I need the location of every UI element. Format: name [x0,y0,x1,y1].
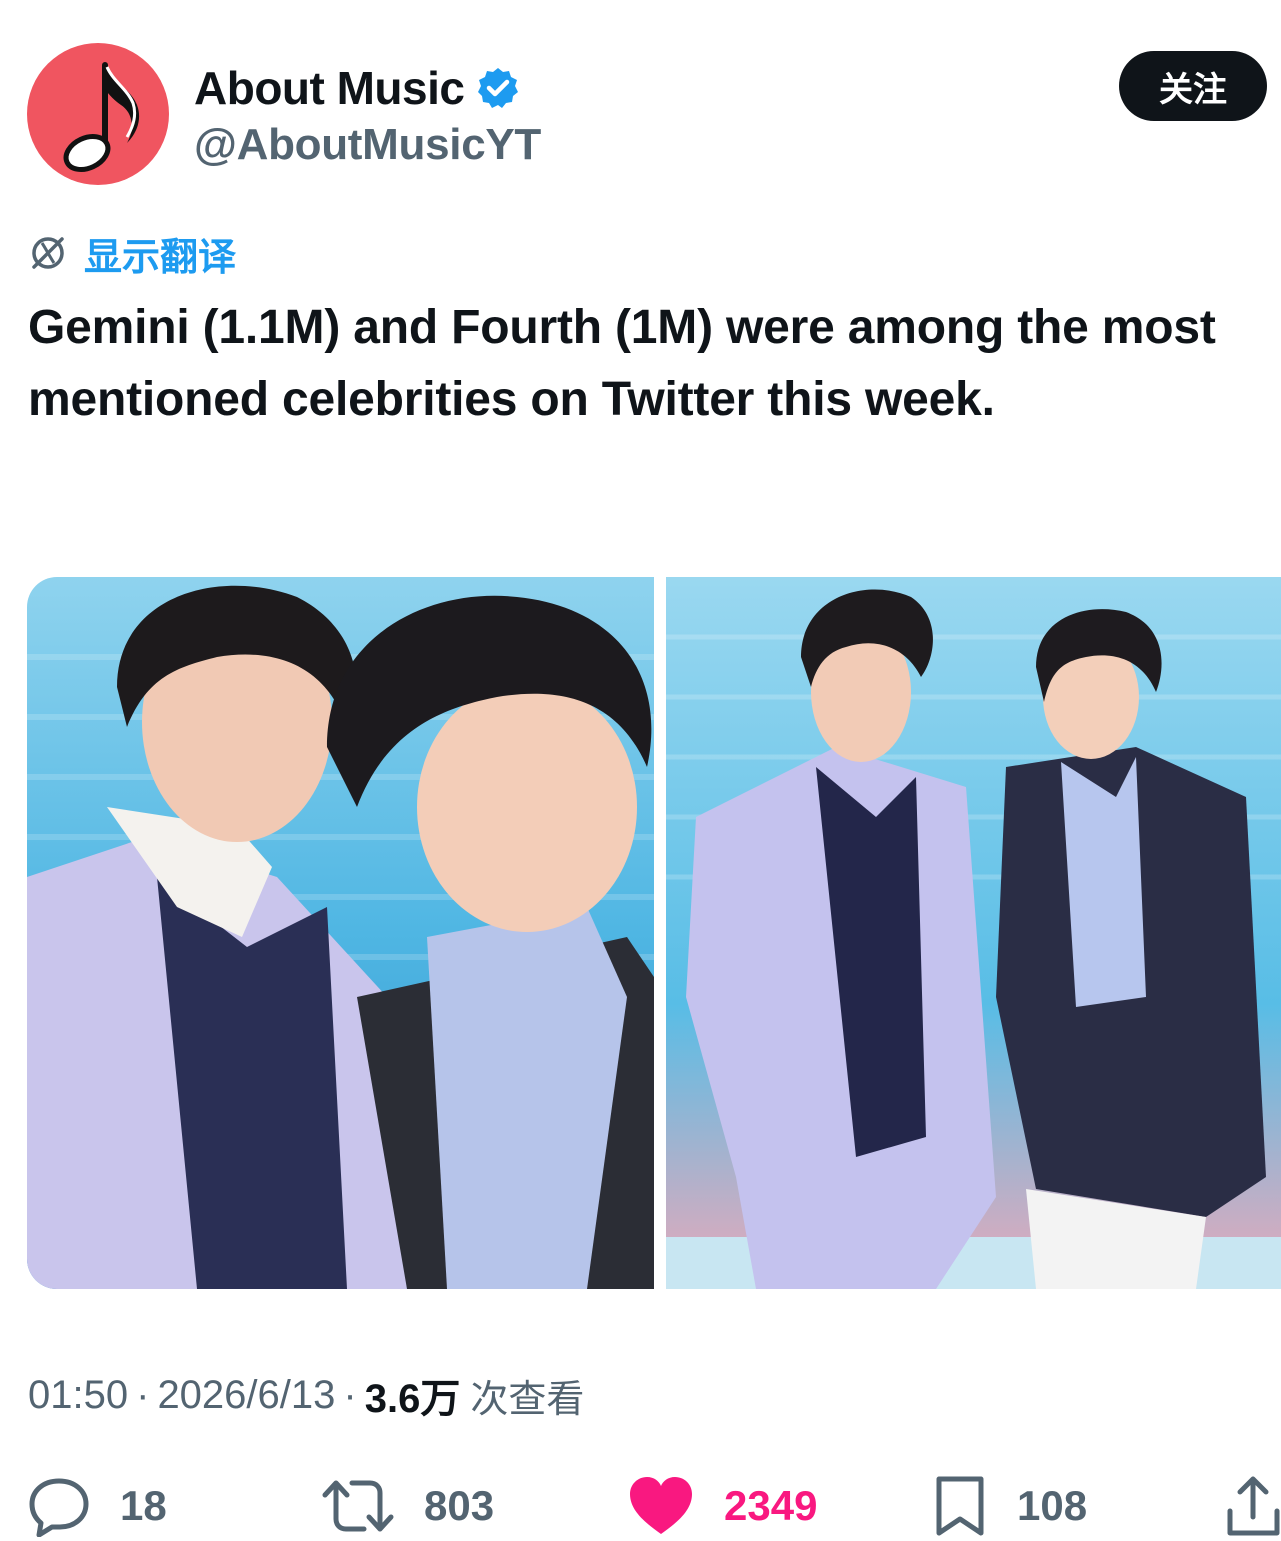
author-name-row: About Music [194,60,520,116]
show-translation-label: 显示翻译 [84,234,237,279]
reply-count: 18 [120,1482,167,1529]
heart-icon [630,1477,692,1534]
meta-separator: · [136,1372,150,1417]
share-button[interactable] [1226,1474,1281,1538]
show-translation-link[interactable]: 显示翻译 [28,226,236,280]
music-note-icon [63,62,140,172]
photo-closeup[interactable] [27,577,654,1289]
retweet-button[interactable]: 803 [322,1474,494,1538]
tweet-text: Gemini (1.1M) and Fourth (1M) were among… [28,301,1216,426]
bookmark-icon [936,1476,984,1536]
reply-icon [29,1478,89,1537]
retweet-icon [322,1480,394,1532]
meta-separator: · [343,1372,357,1417]
like-count: 2349 [724,1482,818,1529]
reply-button[interactable]: 18 [28,1474,167,1538]
like-button[interactable]: 2349 [628,1474,817,1538]
share-icon [1227,1476,1280,1536]
bookmark-count: 108 [1017,1482,1088,1529]
tweet-time[interactable]: 01:50 [28,1373,128,1418]
follow-button[interactable]: 关注 [1119,51,1267,121]
views-label: 次查看 [470,1376,585,1421]
bookmark-button[interactable]: 108 [933,1474,1087,1538]
verified-badge-icon[interactable] [476,66,520,110]
photo-full-length[interactable] [666,577,1281,1289]
tweet-meta: 01:50 · 2026/6/13 · 3.6万 次查看 [28,1365,584,1425]
tweet-date[interactable]: 2026/6/13 [157,1373,335,1418]
display-name[interactable]: About Music [194,61,465,115]
user-handle[interactable]: @AboutMusicYT [194,120,541,170]
retweet-count: 803 [424,1482,495,1529]
globe-icon [28,233,68,273]
avatar[interactable] [27,43,169,185]
media-grid [27,577,1281,1289]
views-count[interactable]: 3.6万 [365,1366,461,1424]
